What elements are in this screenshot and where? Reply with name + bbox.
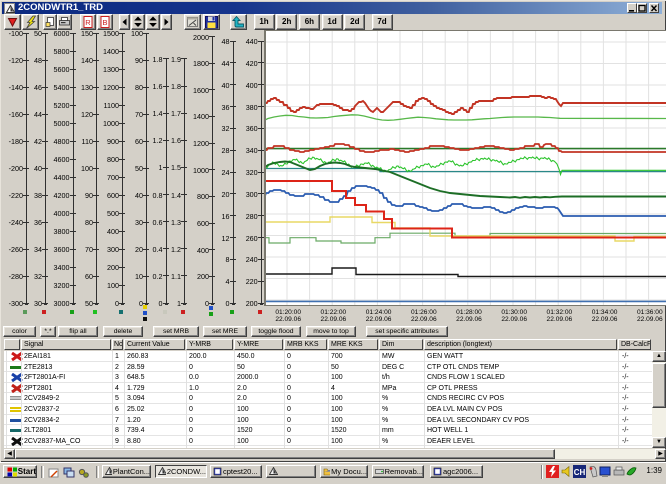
svg-text:R: R <box>85 18 91 27</box>
svg-text:CH: CH <box>574 468 586 477</box>
svg-text:B: B <box>102 18 107 27</box>
